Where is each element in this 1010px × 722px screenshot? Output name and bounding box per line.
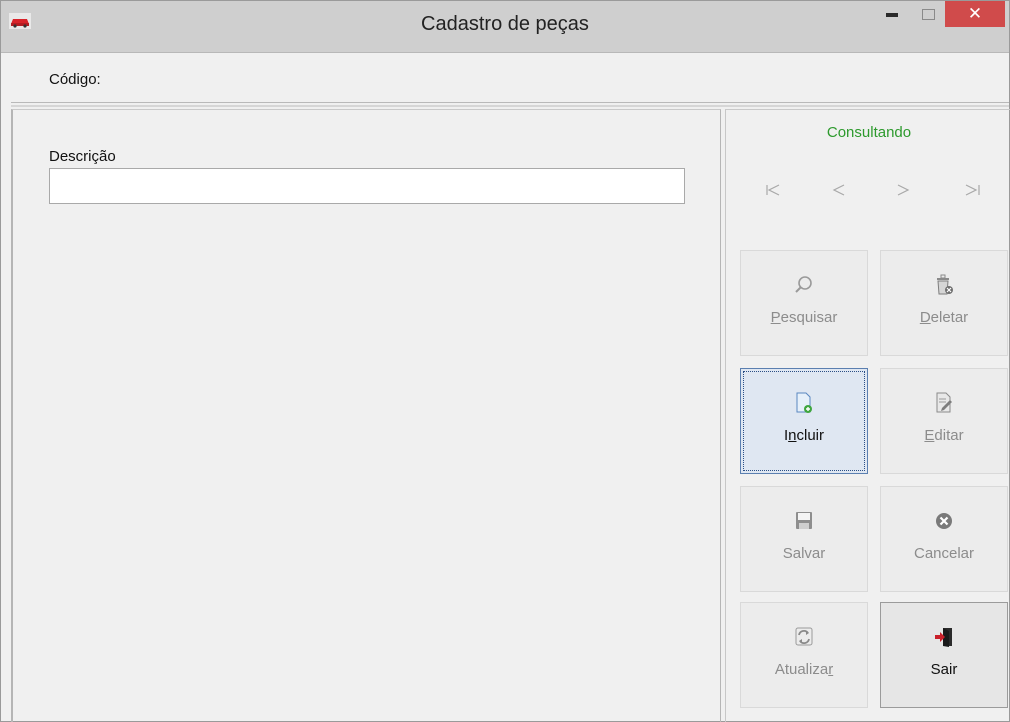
floppy-disk-icon <box>796 512 812 529</box>
salvar-label: Salvar <box>782 545 826 562</box>
editar-label: Editar <box>924 427 964 444</box>
first-record-button[interactable] <box>762 178 786 202</box>
close-button[interactable]: ✕ <box>945 1 1005 27</box>
minimize-button[interactable] <box>875 1 909 27</box>
incluir-label: Incluir <box>783 427 825 444</box>
previous-record-button[interactable] <box>826 178 850 202</box>
next-record-button[interactable] <box>892 178 916 202</box>
pesquisar-button[interactable]: Pesquisar <box>740 250 868 356</box>
next-record-icon <box>897 184 910 196</box>
pesquisar-label: Pesquisar <box>770 309 838 326</box>
last-record-button[interactable] <box>960 178 984 202</box>
actions-panel: Consultando Pesquisar Deletar Incluir Ed… <box>725 109 1010 722</box>
descricao-label: Descrição <box>49 148 116 165</box>
sair-button[interactable]: Sair <box>880 602 1008 708</box>
cancelar-button[interactable]: Cancelar <box>880 486 1008 592</box>
exit-icon <box>935 628 952 647</box>
editar-button[interactable]: Editar <box>880 368 1008 474</box>
descricao-input[interactable] <box>49 168 685 204</box>
status-label: Consultando <box>826 124 912 141</box>
deletar-label: Deletar <box>919 309 969 326</box>
atualizar-button[interactable]: Atualizar <box>740 602 868 708</box>
form-panel: Descrição <box>11 109 721 722</box>
refresh-icon <box>795 627 813 646</box>
previous-record-icon <box>832 184 845 196</box>
codigo-label: Código: <box>49 71 101 88</box>
window-title: Cadastro de peças <box>421 13 589 35</box>
maximize-button[interactable] <box>911 1 945 27</box>
deletar-button[interactable]: Deletar <box>880 250 1008 356</box>
last-record-icon <box>965 184 980 196</box>
section-divider <box>11 105 1009 107</box>
sair-label: Sair <box>930 661 958 678</box>
minimize-icon <box>886 13 898 17</box>
first-record-icon <box>766 184 780 196</box>
new-document-icon <box>796 392 812 413</box>
search-icon <box>795 276 812 293</box>
trash-icon <box>937 274 953 295</box>
cancel-icon <box>936 513 952 529</box>
record-navigation <box>726 178 1010 202</box>
atualizar-label: Atualizar <box>774 661 834 678</box>
app-window: Cadastro de peças ✕ Código: Descrição Co… <box>0 0 1010 722</box>
salvar-button[interactable]: Salvar <box>740 486 868 592</box>
codigo-section: Código: <box>11 55 1009 103</box>
close-icon: ✕ <box>967 4 983 23</box>
cancelar-label: Cancelar <box>913 545 975 562</box>
incluir-button[interactable]: Incluir <box>740 368 868 474</box>
maximize-icon <box>921 8 935 20</box>
edit-document-icon <box>936 392 952 413</box>
title-bar[interactable]: Cadastro de peças ✕ <box>1 1 1009 53</box>
